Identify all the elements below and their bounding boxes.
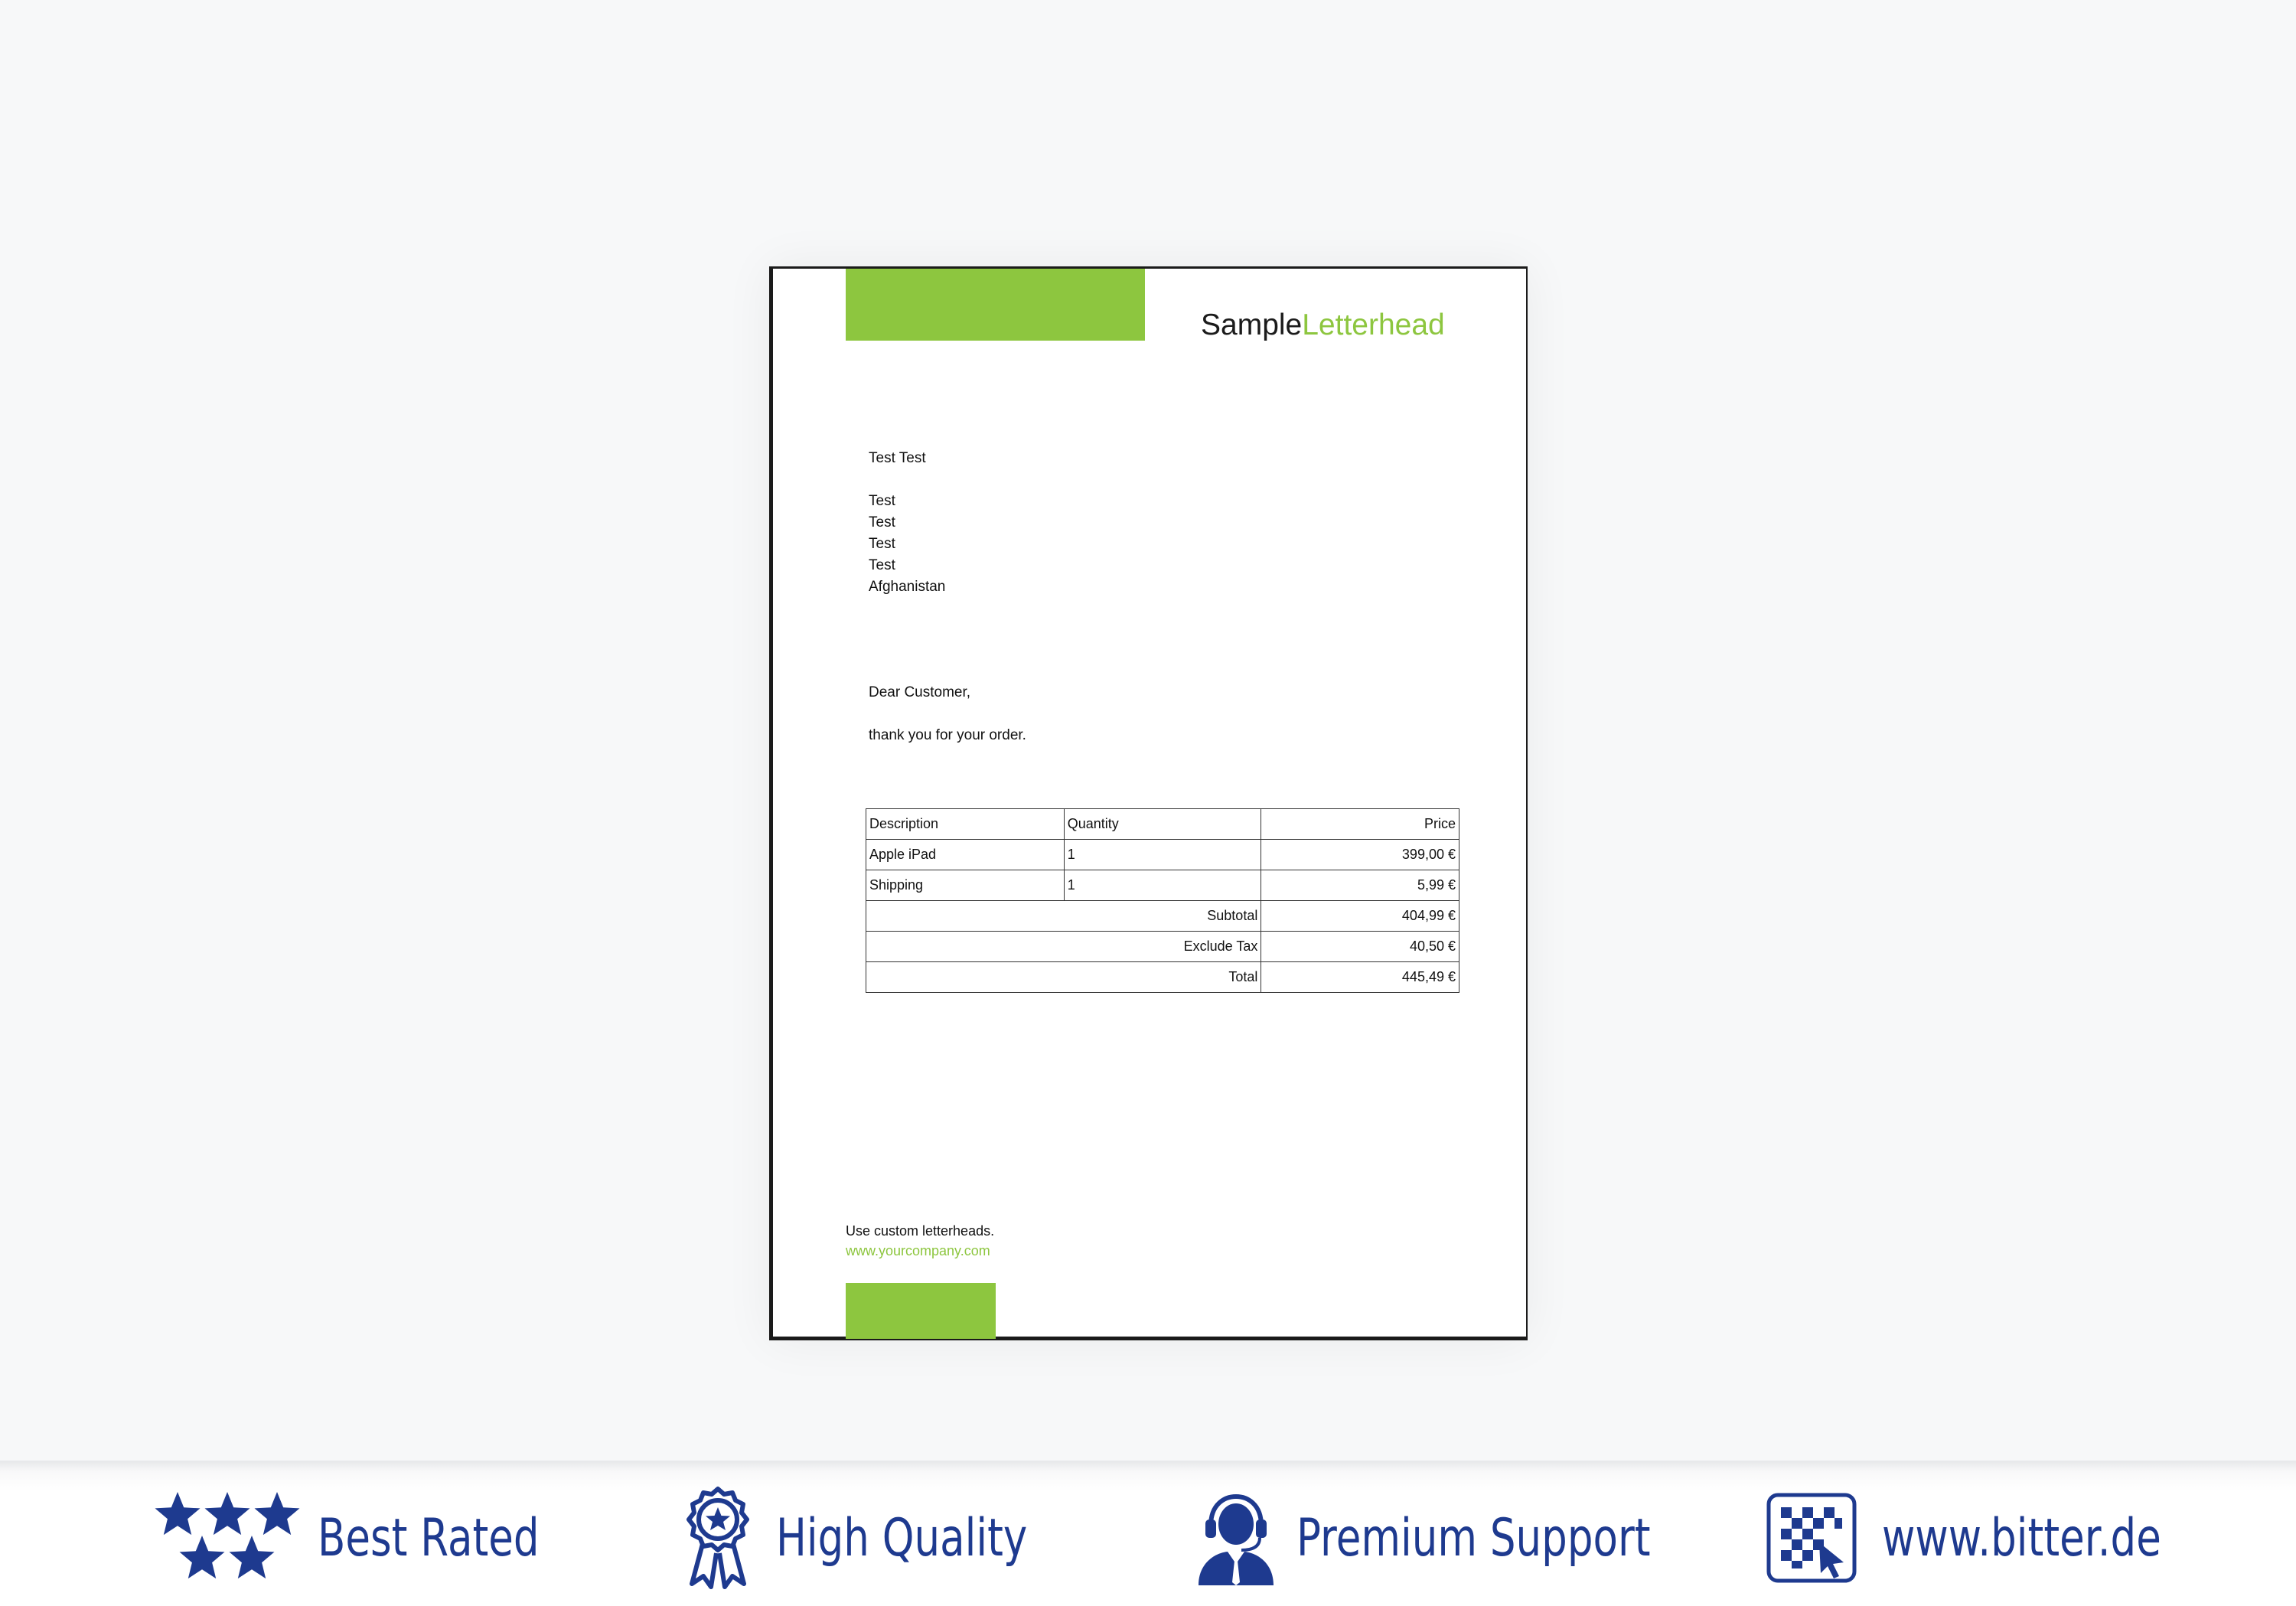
item-price: 5,99 € — [1261, 870, 1459, 901]
address-country: Afghanistan — [869, 579, 946, 595]
badge-label: www.bitter.de — [1882, 1507, 2161, 1568]
item-price: 399,00 € — [1261, 839, 1459, 870]
total-row: Total 445,49 € — [865, 961, 1459, 993]
address-line: Test — [869, 536, 895, 552]
stars-icon — [153, 1490, 302, 1585]
header-quantity: Quantity — [1063, 808, 1262, 840]
subtotal-label: Subtotal — [865, 900, 1262, 932]
footer-green-bar — [846, 1283, 996, 1339]
table-row: Apple iPad 1 399,00 € — [866, 839, 1459, 870]
qr-cursor-icon — [1766, 1492, 1857, 1584]
invoice-table: Description Quantity Price Apple iPad 1 … — [865, 808, 1459, 993]
recipient-address-block: Test Test Test Test Test Test Afghanista… — [869, 448, 945, 598]
tax-label: Exclude Tax — [865, 931, 1262, 962]
subtotal-row: Subtotal 404,99 € — [865, 900, 1459, 932]
header-price: Price — [1261, 808, 1459, 840]
address-line: Test — [869, 514, 895, 530]
item-description: Shipping — [866, 870, 1065, 901]
total-label: Total — [865, 961, 1262, 993]
header-green-bar — [846, 269, 1145, 341]
item-description: Apple iPad — [866, 839, 1065, 870]
recipient-name: Test Test — [869, 450, 926, 466]
support-agent-icon — [1194, 1490, 1278, 1585]
logo-text-letterhead: Letterhead — [1302, 308, 1445, 341]
total-value: 445,49 € — [1261, 961, 1459, 993]
tax-value: 40,50 € — [1261, 931, 1459, 962]
letter-page: SampleLetterhead Test Test Test Test Tes… — [769, 266, 1528, 1340]
badge-best-rated: Best Rated — [153, 1488, 602, 1588]
letter-body: thank you for your order. — [869, 727, 1026, 743]
badge-high-quality: High Quality — [680, 1486, 1098, 1590]
subtotal-value: 404,99 € — [1261, 900, 1459, 932]
tax-row: Exclude Tax 40,50 € — [865, 931, 1459, 962]
badge-label: Best Rated — [318, 1507, 540, 1568]
item-quantity: 1 — [1063, 870, 1262, 901]
table-row: Shipping 1 5,99 € — [866, 870, 1459, 901]
footer-tagline: Use custom letterheads. — [846, 1223, 995, 1239]
feature-badge-band: Best Rated High Quality Premium Support … — [0, 1461, 2296, 1606]
award-ribbon-icon — [680, 1486, 756, 1590]
letter-footer: Use custom letterheads. www.yourcompany.… — [846, 1221, 994, 1261]
letter-greeting: Dear Customer, — [869, 684, 971, 700]
footer-url: www.yourcompany.com — [846, 1243, 990, 1258]
logo-text-sample: Sample — [1201, 308, 1303, 341]
header-description: Description — [866, 808, 1065, 840]
badge-website: www.bitter.de — [1766, 1488, 2240, 1588]
letterhead-logo: SampleLetterhead — [1201, 308, 1445, 342]
badge-label: High Quality — [776, 1507, 1028, 1568]
address-line: Test — [869, 557, 895, 573]
badge-premium-support: Premium Support — [1194, 1488, 1750, 1588]
table-header-row: Description Quantity Price — [866, 808, 1459, 840]
address-line: Test — [869, 493, 895, 509]
badge-label: Premium Support — [1296, 1507, 1651, 1568]
item-quantity: 1 — [1063, 839, 1262, 870]
